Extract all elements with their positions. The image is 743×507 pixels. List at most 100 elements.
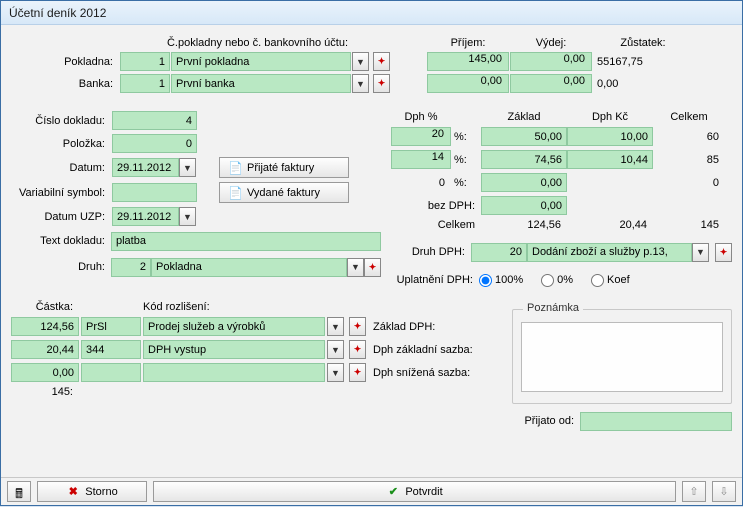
calculator-button[interactable] — [7, 481, 31, 502]
vat0-zaklad-input[interactable] — [481, 173, 567, 192]
line3-castka-input[interactable] — [11, 363, 79, 382]
poznamka-caption: Poznámka — [523, 302, 583, 314]
vat14-dph-input[interactable] — [567, 150, 653, 169]
banka-lookup-button[interactable]: ✦ — [373, 74, 390, 93]
line1-dropdown-button[interactable]: ▼ — [327, 317, 344, 336]
vydane-faktury-button[interactable]: Vydané faktury — [219, 182, 349, 203]
label-cislo-dokladu: Číslo dokladu: — [11, 115, 111, 127]
sum-dph: 20,44 — [567, 219, 653, 231]
hdr-celkem: Celkem — [653, 111, 725, 123]
prijate-faktury-button[interactable]: Přijaté faktury — [219, 157, 349, 178]
radio-koef[interactable]: Koef — [591, 274, 630, 287]
datum-input[interactable] — [112, 158, 179, 177]
line1-desc: Základ DPH: — [373, 321, 496, 333]
druh-number-input[interactable] — [111, 258, 151, 277]
lookup-icon: ✦ — [354, 367, 362, 378]
radio-100[interactable]: 100% — [479, 274, 523, 287]
druh-dph-number-input[interactable] — [471, 243, 527, 262]
druh-dph-name-input[interactable] — [527, 243, 692, 262]
text-dokladu-input[interactable] — [111, 232, 381, 251]
datum-uzp-input[interactable] — [112, 207, 179, 226]
chevron-down-icon: ▼ — [696, 247, 705, 257]
cislo-dokladu-input[interactable] — [112, 111, 197, 130]
label-kod-rozliseni: Kód rozlišení: — [143, 301, 325, 313]
druh-dph-dropdown-button[interactable]: ▼ — [692, 243, 709, 262]
datum-uzp-dropdown-button[interactable]: ▼ — [179, 207, 196, 226]
line3-name-input[interactable] — [143, 363, 325, 382]
radio-0-label: 0% — [557, 274, 573, 286]
bezdph-input[interactable] — [481, 196, 567, 215]
line1-castka-input[interactable] — [11, 317, 79, 336]
lookup-icon: ✦ — [354, 321, 362, 332]
banka-name-input[interactable] — [171, 74, 351, 93]
label-polozka: Položka: — [11, 138, 111, 150]
header-cpokladny: Č.pokladny nebo č. bankovního účtu: — [120, 37, 395, 49]
line2-castka-input[interactable] — [11, 340, 79, 359]
header-prijem: Příjem: — [427, 37, 509, 49]
chevron-down-icon: ▼ — [351, 262, 360, 272]
polozka-input[interactable] — [112, 134, 197, 153]
storno-button[interactable]: Storno — [37, 481, 147, 502]
label-druh-dph: Druh DPH: — [391, 246, 471, 258]
footer-bar: Storno Potvrdit — [1, 477, 742, 505]
line3-kod-input[interactable] — [81, 363, 141, 382]
chevron-down-icon: ▼ — [331, 322, 340, 332]
hdr-dph-kc: Dph Kč — [567, 111, 653, 123]
label-datum-uzp: Datum UZP: — [11, 211, 111, 223]
vat20-sum: 60 — [653, 131, 725, 143]
vs-input[interactable] — [112, 183, 197, 202]
label-celkem-row: Celkem — [391, 219, 481, 231]
druh-dropdown-button[interactable]: ▼ — [347, 258, 364, 277]
pokladna-number-input[interactable] — [120, 52, 170, 71]
line3-lookup-button[interactable]: ✦ — [349, 363, 366, 382]
druh-lookup-button[interactable]: ✦ — [364, 258, 381, 277]
banka-number-input[interactable] — [120, 74, 170, 93]
window: Účetní deník 2012 Č.pokladny nebo č. ban… — [0, 0, 743, 506]
line1-kod-input[interactable] — [81, 317, 141, 336]
client-area: Č.pokladny nebo č. bankovního účtu: Příj… — [1, 25, 742, 477]
vat20-dph-input[interactable] — [567, 127, 653, 146]
label-bez-dph: bez DPH: — [391, 200, 481, 212]
label-castka: Částka: — [11, 301, 79, 313]
line1-name-input[interactable] — [143, 317, 325, 336]
lookup-icon: ✦ — [354, 344, 362, 355]
vat0-pct: 0 — [391, 177, 451, 189]
radio-0[interactable]: 0% — [541, 274, 573, 287]
pokladna-lookup-button[interactable]: ✦ — [373, 52, 390, 71]
line1-lookup-button[interactable]: ✦ — [349, 317, 366, 336]
vat14-zaklad-input[interactable] — [481, 150, 567, 169]
banka-zustatek: 0,00 — [593, 78, 693, 90]
potvrdit-button[interactable]: Potvrdit — [153, 481, 676, 502]
arrow-up-icon — [687, 485, 701, 499]
line2-dropdown-button[interactable]: ▼ — [327, 340, 344, 359]
vat14-pct: 14 — [391, 150, 451, 169]
label-uplatneni-dph: Uplatnění DPH: — [391, 274, 479, 286]
header-zustatek: Zůstatek: — [593, 37, 693, 49]
label-vs: Variabilní symbol: — [11, 187, 111, 199]
vat20-zaklad-input[interactable] — [481, 127, 567, 146]
line2-kod-input[interactable] — [81, 340, 141, 359]
chevron-down-icon: ▼ — [331, 368, 340, 378]
datum-dropdown-button[interactable]: ▼ — [179, 158, 196, 177]
vat14-sfx: %: — [451, 154, 481, 166]
lookup-icon: ✦ — [378, 56, 386, 67]
radio-100-label: 100% — [495, 274, 523, 286]
label-datum: Datum: — [11, 162, 111, 174]
line2-name-input[interactable] — [143, 340, 325, 359]
move-down-button[interactable] — [712, 481, 736, 502]
banka-dropdown-button[interactable]: ▼ — [352, 74, 369, 93]
druh-name-input[interactable] — [151, 258, 347, 277]
hdr-zaklad: Základ — [481, 111, 567, 123]
banka-prijem: 0,00 — [427, 74, 509, 93]
poznamka-textarea[interactable] — [521, 322, 723, 392]
chevron-down-icon: ▼ — [331, 345, 340, 355]
move-up-button[interactable] — [682, 481, 706, 502]
pokladna-dropdown-button[interactable]: ▼ — [352, 52, 369, 71]
line3-dropdown-button[interactable]: ▼ — [327, 363, 344, 382]
druh-dph-lookup-button[interactable]: ✦ — [715, 243, 732, 262]
prijato-od-input[interactable] — [580, 412, 732, 431]
document-icon — [228, 186, 242, 200]
pokladna-name-input[interactable] — [171, 52, 351, 71]
line2-lookup-button[interactable]: ✦ — [349, 340, 366, 359]
label-pokladna: Pokladna: — [11, 56, 119, 68]
